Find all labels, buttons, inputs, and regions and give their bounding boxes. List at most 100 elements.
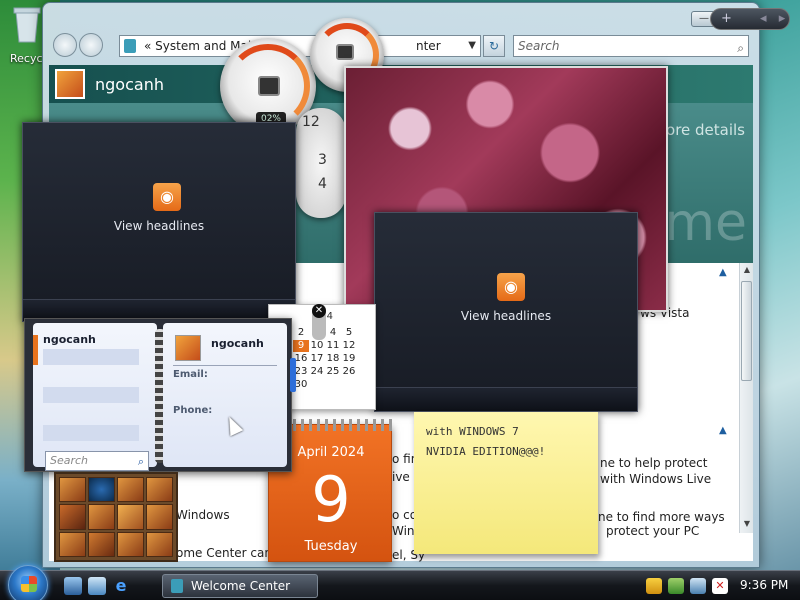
network-icon[interactable] <box>690 578 706 594</box>
forward-button[interactable] <box>79 33 103 57</box>
scroll-down-icon[interactable]: ▼ <box>742 519 752 529</box>
calendar-day[interactable]: 26 <box>341 366 357 378</box>
calendar-day[interactable]: 12 <box>341 340 357 352</box>
content-line[interactable]: ive <box>392 470 410 484</box>
switch-windows-icon[interactable] <box>88 577 106 595</box>
next-icon[interactable]: ▸ <box>779 11 786 26</box>
calendar-day[interactable] <box>309 379 325 391</box>
contacts-scroll-tab[interactable] <box>290 358 296 392</box>
calendar-day[interactable] <box>325 379 341 391</box>
contact-list-name[interactable]: ngocanh <box>43 333 96 346</box>
puzzle-tile[interactable] <box>88 477 115 503</box>
puzzle-tile[interactable] <box>117 504 144 530</box>
volume-muted-icon[interactable]: ✕ <box>712 578 728 594</box>
sticky-note-line: with WINDOWS 7 <box>426 425 519 438</box>
calendar-day[interactable]: 24 <box>309 366 325 378</box>
rss-icon: ◉ <box>153 183 181 211</box>
more-details-link[interactable]: ore details <box>666 121 745 139</box>
add-gadget-icon[interactable]: + <box>721 11 732 26</box>
content-line[interactable]: with Windows Live <box>600 472 711 486</box>
content-line[interactable]: ne to find more ways <box>598 510 725 524</box>
memory-chip-icon <box>336 44 354 60</box>
email-label: Email: <box>173 369 208 380</box>
avatar <box>55 69 85 99</box>
picture-puzzle-gadget[interactable] <box>54 472 178 562</box>
view-headlines-link[interactable]: View headlines <box>375 309 637 323</box>
chevron-down-icon[interactable]: ▼ <box>468 36 476 56</box>
puzzle-tile[interactable] <box>117 477 144 503</box>
close-icon[interactable]: ✕ <box>312 304 326 318</box>
contacts-gadget[interactable]: ngocanh Search ⌕ ngocanh Email: Phone: <box>24 318 292 472</box>
contact-search-input[interactable]: Search ⌕ <box>45 451 149 471</box>
contact-search-placeholder: Search <box>50 454 89 467</box>
calendar-day[interactable]: 25 <box>325 366 341 378</box>
calendar-day[interactable]: 18 <box>325 353 341 365</box>
start-button[interactable] <box>8 565 48 600</box>
system-tray: ✕ <box>646 575 728 597</box>
control-panel-icon <box>124 39 136 53</box>
feed-headlines-gadget[interactable]: ◉ View headlines <box>374 212 638 412</box>
calendar-day[interactable] <box>357 366 373 378</box>
taskbar-clock[interactable]: 9:36 PM <box>740 578 788 592</box>
contact-avatar <box>175 335 201 361</box>
calendar-day[interactable] <box>357 327 373 339</box>
puzzle-tile[interactable] <box>146 477 173 503</box>
show-desktop-icon[interactable] <box>64 577 82 595</box>
windows-logo-icon <box>21 576 37 592</box>
address-text-overlap: nter <box>416 39 441 53</box>
search-icon[interactable]: ⌕ <box>138 453 144 471</box>
puzzle-tile[interactable] <box>88 504 115 530</box>
contacts-selected-tab <box>33 335 38 365</box>
calendar-day[interactable]: 11 <box>325 340 341 352</box>
expand-icon[interactable]: ▲ <box>719 267 727 278</box>
calendar-day[interactable]: 5 <box>341 327 357 339</box>
refresh-button[interactable]: ↻ <box>483 35 505 57</box>
taskbar: e Welcome Center ✕ 9:36 PM <box>0 565 800 600</box>
previous-icon[interactable]: ◂ <box>760 11 767 26</box>
calendar-day[interactable]: 17 <box>309 353 325 365</box>
clock-number-4: 4 <box>318 176 327 192</box>
calendar-day[interactable] <box>341 379 357 391</box>
calendar-day[interactable]: 19 <box>341 353 357 365</box>
contacts-list: ngocanh Search ⌕ <box>33 323 157 471</box>
feed-headlines-gadget[interactable]: ◉ View headlines <box>22 122 296 322</box>
expand-icon[interactable]: ▲ <box>719 425 727 436</box>
taskbar-button-welcome-center[interactable]: Welcome Center <box>162 574 318 598</box>
vertical-scrollbar[interactable]: ▲ ▼ <box>739 263 753 533</box>
calendar-day[interactable]: 2 <box>293 327 309 339</box>
gadget-sidebar-controls[interactable]: + ◂ ▸ <box>710 8 790 30</box>
puzzle-tile[interactable] <box>88 531 115 557</box>
puzzle-tile[interactable] <box>146 504 173 530</box>
internet-explorer-icon[interactable]: e <box>112 577 130 595</box>
date-weekday: Tuesday <box>304 539 358 554</box>
scroll-up-icon[interactable]: ▲ <box>742 265 752 275</box>
view-headlines-link[interactable]: View headlines <box>23 219 295 233</box>
search-input[interactable]: Search ⌕ <box>513 35 749 57</box>
back-button[interactable] <box>53 33 77 57</box>
content-line[interactable]: ne to help protect <box>600 456 707 470</box>
control-panel-icon <box>171 579 183 593</box>
windows-sidebar-icon[interactable] <box>668 578 684 594</box>
puzzle-tile[interactable] <box>146 531 173 557</box>
search-icon[interactable]: ⌕ <box>737 38 744 58</box>
puzzle-tile[interactable] <box>59 477 86 503</box>
user-name: ngocanh <box>95 75 164 94</box>
contact-detail-name: ngocanh <box>211 337 264 350</box>
calendar-day[interactable]: 4 <box>325 327 341 339</box>
sticky-note-line: NVIDIA EDITION@@@! <box>426 445 546 458</box>
puzzle-tile[interactable] <box>59 504 86 530</box>
content-line[interactable]: protect your PC <box>606 524 699 538</box>
puzzle-tile[interactable] <box>117 531 144 557</box>
calendar-day[interactable]: 10 <box>309 340 325 352</box>
banner-watermark: me <box>664 193 747 253</box>
sticky-note-gadget[interactable]: with WINDOWS 7 NVIDIA EDITION@@@! <box>414 412 598 554</box>
puzzle-tile[interactable] <box>59 531 86 557</box>
scrollbar-thumb[interactable] <box>741 281 752 381</box>
calendar-day[interactable] <box>357 353 373 365</box>
calendar-day[interactable] <box>357 379 373 391</box>
content-line[interactable]: Windows <box>176 508 230 522</box>
calendar-day[interactable]: 9 <box>293 340 309 352</box>
calendar-day[interactable] <box>357 340 373 352</box>
security-shield-icon[interactable] <box>646 578 662 594</box>
recycle-bin-icon[interactable] <box>10 4 44 44</box>
